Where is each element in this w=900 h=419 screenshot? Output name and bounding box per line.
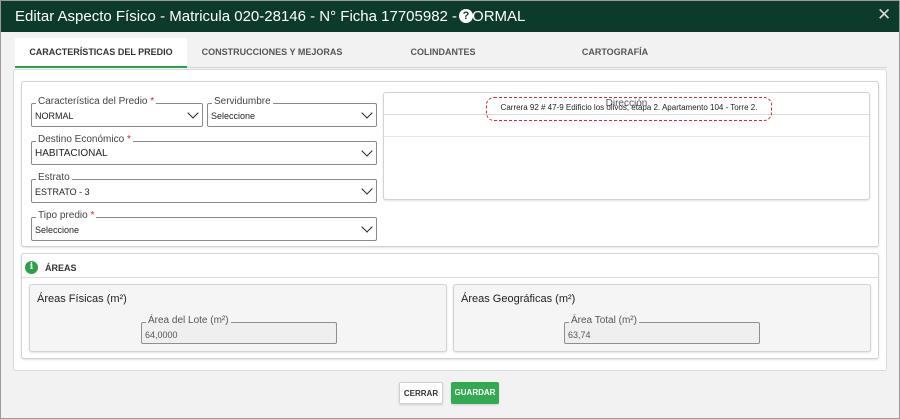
cerrar-button[interactable]: CERRAR	[399, 382, 443, 404]
modal-title: Editar Aspecto Físico - Matricula 020-28…	[15, 8, 526, 25]
caracteristica-label: Característica del Predio *	[36, 96, 157, 108]
servidumbre-select[interactable]: Servidumbre Seleccione	[207, 96, 377, 127]
area-lote-label: Área del Lote (m²)	[146, 315, 231, 327]
predio-card: Característica del Predio * NORMAL Servi…	[21, 81, 879, 247]
close-icon[interactable]: ✕	[877, 6, 891, 24]
area-lote-value: 64,0000	[145, 330, 178, 340]
tab-cartografia[interactable]: CARTOGRAFÍA	[529, 38, 701, 68]
estrato-value: ESTRATO - 3	[35, 187, 90, 197]
chevron-down-icon	[361, 183, 373, 195]
chevron-down-icon	[361, 221, 373, 233]
tab-colindantes[interactable]: COLINDANTES	[357, 38, 529, 68]
destino-value: HABITACIONAL	[35, 148, 108, 159]
tipo-predio-label: Tipo predio *	[36, 210, 97, 222]
estrato-label: Estrato	[36, 172, 72, 184]
area-total-value: 63,74	[568, 330, 591, 340]
areas-geograficas-title: Áreas Geográficas (m²)	[461, 293, 576, 305]
caracteristica-select[interactable]: Característica del Predio * NORMAL	[31, 96, 203, 127]
areas-geograficas-panel: Áreas Geográficas (m²) Área Total (m²) 6…	[453, 284, 871, 352]
destino-label: Destino Económico *	[36, 134, 133, 146]
areas-fisicas-title: Áreas Físicas (m²)	[37, 293, 127, 305]
tipo-predio-value: Seleccione	[35, 225, 80, 235]
tab-construcciones[interactable]: CONSTRUCCIONES Y MEJORAS	[187, 38, 357, 68]
chevron-down-icon	[361, 145, 373, 157]
direccion-value[interactable]: Carrera 92 # 47-9 Edificio los olivos, e…	[486, 97, 772, 121]
caracteristica-value: NORMAL	[35, 111, 74, 121]
modal-header: Editar Aspecto Físico - Matricula 020-28…	[1, 1, 899, 32]
areas-section-title: ÁREAS	[45, 263, 77, 273]
help-icon[interactable]: ?	[459, 9, 473, 23]
tab-caracteristicas[interactable]: CARACTERÍSTICAS DEL PREDIO	[15, 38, 187, 68]
edit-modal: Editar Aspecto Físico - Matricula 020-28…	[0, 0, 900, 419]
tipo-predio-select[interactable]: Tipo predio * Seleccione	[31, 210, 377, 241]
tab-bar: CARACTERÍSTICAS DEL PREDIO CONSTRUCCIONE…	[15, 38, 887, 68]
servidumbre-label: Servidumbre	[212, 96, 273, 108]
area-total-label: Área Total (m²)	[569, 315, 639, 327]
area-total-field: Área Total (m²) 63,74	[564, 315, 760, 344]
guardar-button[interactable]: GUARDAR	[451, 382, 499, 404]
info-icon: i	[25, 261, 38, 274]
areas-fisicas-panel: Áreas Físicas (m²) Área del Lote (m²) 64…	[29, 284, 447, 352]
destino-select[interactable]: Destino Económico * HABITACIONAL	[31, 134, 377, 165]
area-lote-field: Área del Lote (m²) 64,0000	[141, 315, 337, 344]
servidumbre-value: Seleccione	[211, 111, 256, 121]
estrato-select[interactable]: Estrato ESTRATO - 3	[31, 172, 377, 203]
chevron-down-icon	[187, 107, 199, 119]
direccion-table: Dirección Carrera 92 # 47-9 Edificio los…	[383, 92, 870, 200]
divider	[22, 277, 878, 278]
chevron-down-icon	[361, 107, 373, 119]
